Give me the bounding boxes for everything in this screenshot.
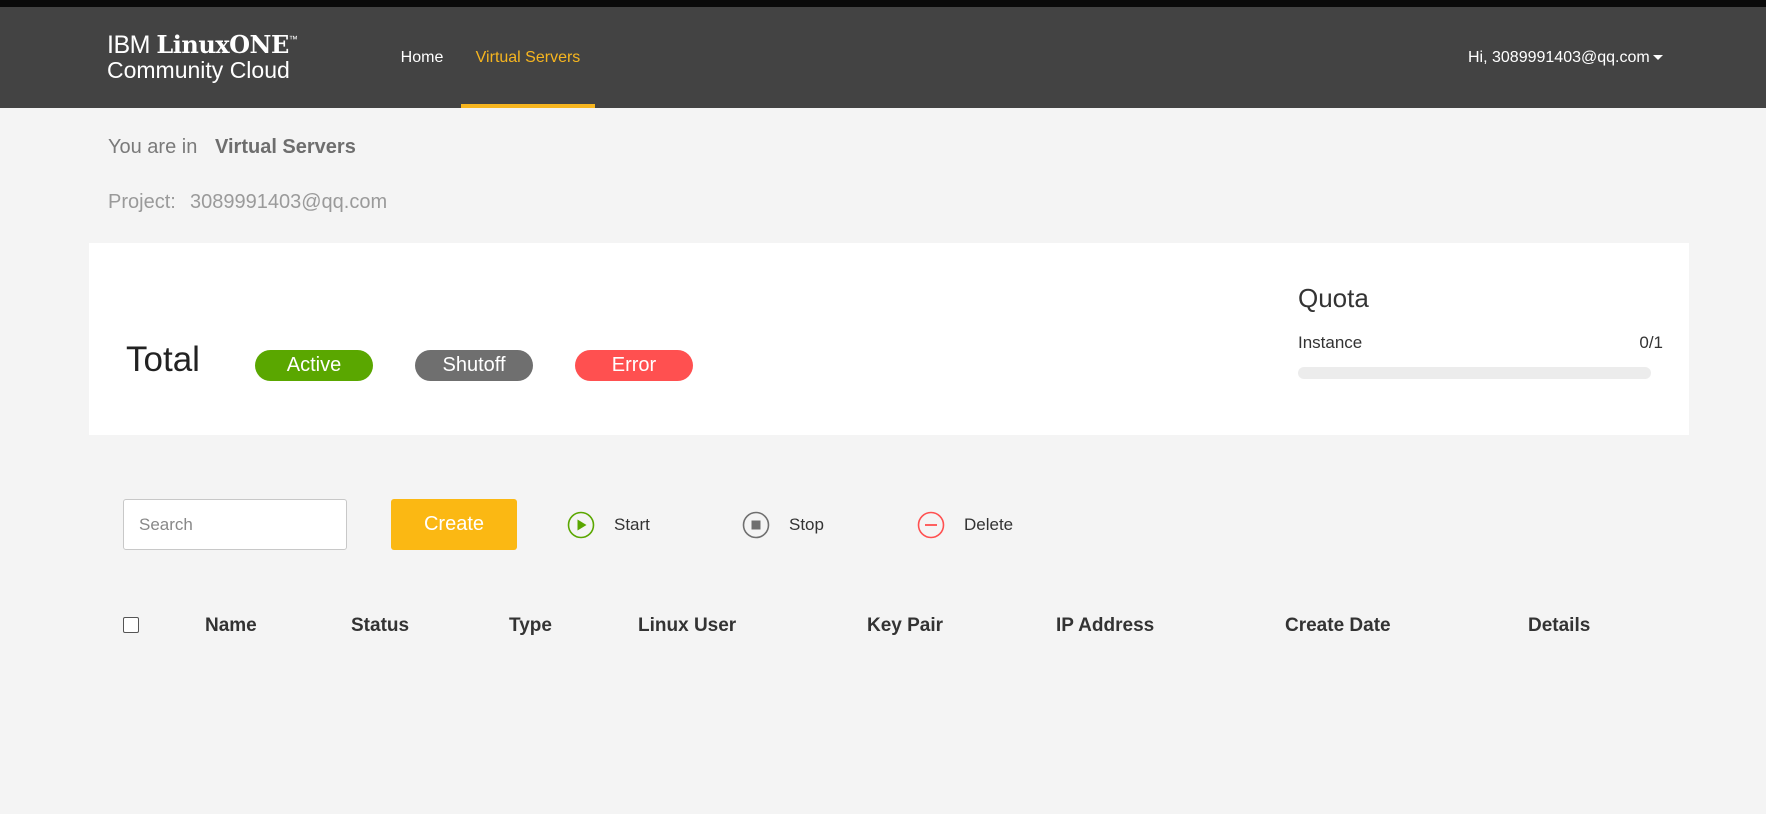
quota-instance-label: Instance <box>1298 333 1363 352</box>
quota-instance-value: 0/1 <box>1639 333 1663 352</box>
column-header-ip-address[interactable]: IP Address <box>1056 615 1154 637</box>
quota-progress-bar <box>1298 367 1651 379</box>
breadcrumb-current: Virtual Servers <box>215 136 356 158</box>
quota-title: Quota <box>1298 283 1369 313</box>
start-label: Start <box>614 515 650 534</box>
column-header-create-date[interactable]: Create Date <box>1285 615 1391 637</box>
logo-trademark: ™ <box>288 34 298 44</box>
column-header-key-pair[interactable]: Key Pair <box>867 615 943 637</box>
delete-action[interactable]: Delete <box>917 511 1013 539</box>
status-badge-active: Active <box>255 350 373 381</box>
stop-circle-icon <box>742 511 770 539</box>
breadcrumb-prefix: You are in <box>108 136 198 158</box>
column-header-type[interactable]: Type <box>509 615 552 637</box>
column-header-name[interactable]: Name <box>205 615 257 637</box>
select-all-checkbox[interactable] <box>123 617 139 633</box>
caret-down-icon <box>1652 55 1663 60</box>
search-input[interactable] <box>123 499 347 550</box>
ibm-linuxone-logo[interactable]: IBM LinuxONE™ Community Cloud <box>107 30 298 83</box>
top-navigation-bar: IBM LinuxONE™ Community Cloud Home Virtu… <box>0 7 1766 108</box>
minus-circle-icon <box>917 511 945 539</box>
create-button[interactable]: Create <box>391 499 517 550</box>
project-value: 3089991403@qq.com <box>190 191 388 213</box>
logo-subtitle: Community Cloud <box>107 57 290 83</box>
nav-virtual-servers[interactable]: Virtual Servers <box>461 7 595 108</box>
play-circle-icon <box>567 511 595 539</box>
status-badge-error: Error <box>575 350 693 381</box>
stop-action[interactable]: Stop <box>742 511 824 539</box>
logo-product: LinuxONE <box>156 30 289 59</box>
column-header-linux-user[interactable]: Linux User <box>638 615 736 637</box>
start-action[interactable]: Start <box>567 511 650 539</box>
logo-brand: IBM <box>107 31 150 59</box>
nav-home[interactable]: Home <box>401 7 444 108</box>
column-header-status[interactable]: Status <box>351 615 409 637</box>
column-header-details[interactable]: Details <box>1528 615 1590 637</box>
delete-label: Delete <box>964 515 1014 534</box>
status-badge-shutoff: Shutoff <box>415 350 533 381</box>
total-label: Total <box>126 340 200 379</box>
project-label: Project: <box>108 191 176 213</box>
servers-table-header: Name Status Type Linux User Key Pair IP … <box>0 612 1766 640</box>
user-greeting: Hi, 3089991403@qq.com <box>1468 48 1650 66</box>
stop-label: Stop <box>789 515 824 534</box>
server-summary-panel: Total Active Shutoff Error Quota Instanc… <box>89 243 1689 435</box>
top-strip <box>0 0 1766 7</box>
user-menu[interactable]: Hi, 3089991403@qq.com <box>1468 7 1663 108</box>
